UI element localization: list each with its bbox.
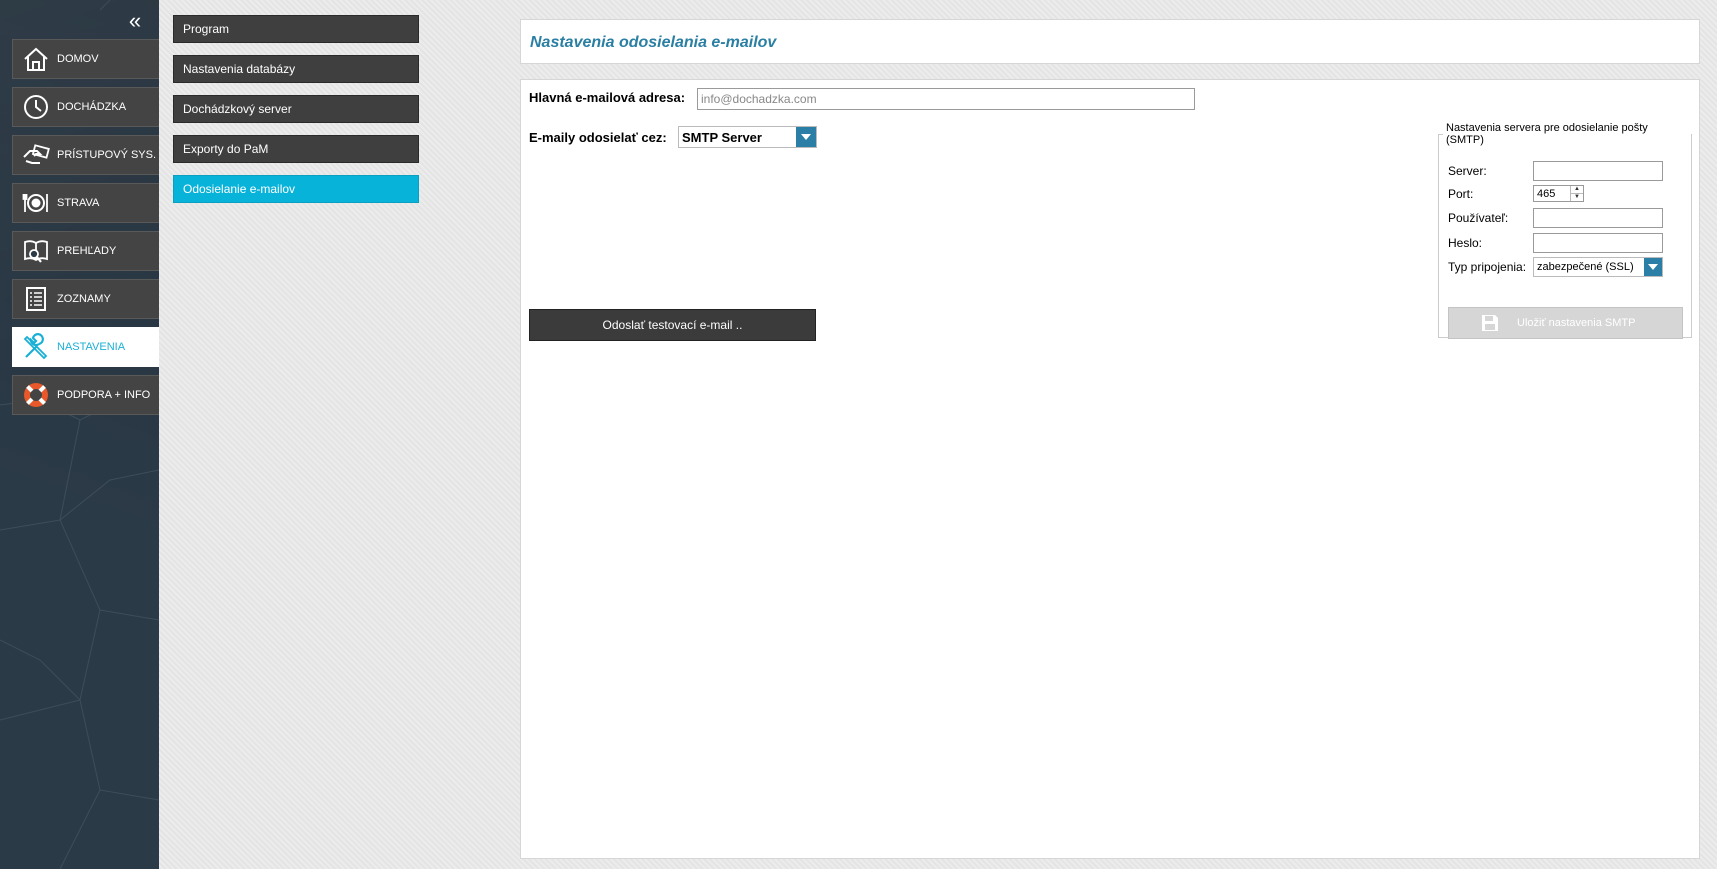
nav-item-nastavenia[interactable]: NASTAVENIA xyxy=(12,327,159,367)
increment-icon[interactable]: ▲ xyxy=(1571,186,1583,193)
save-smtp-label: Uložiť nastavenia SMTP xyxy=(1517,317,1636,329)
nav-item-domov[interactable]: DOMOV xyxy=(12,39,159,79)
send-test-email-label: Odoslať testovací e-mail .. xyxy=(602,318,743,332)
submenu-item-label: Odosielanie e-mailov xyxy=(183,182,296,196)
port-value: 465 xyxy=(1537,187,1556,200)
server-label: Server: xyxy=(1448,164,1487,178)
nav-item-strava[interactable]: STRAVA xyxy=(12,183,159,223)
nav-item-label: NASTAVENIA xyxy=(57,341,126,353)
clock-icon xyxy=(21,92,51,122)
port-label: Port: xyxy=(1448,187,1474,201)
port-stepper[interactable]: 465 ▲ ▼ xyxy=(1533,185,1584,202)
submenu-item-exporty-do-pam[interactable]: Exporty do PaM xyxy=(173,135,419,163)
send-via-select[interactable]: SMTP Server xyxy=(678,126,817,148)
connection-type-select[interactable]: zabezpečené (SSL) xyxy=(1533,257,1663,277)
main-navigation: « DOMOV DOCHÁDZKA PRÍSTUPOVÝ SYS. STRAVA… xyxy=(0,0,159,869)
decrement-icon[interactable]: ▼ xyxy=(1571,193,1583,201)
nav-item-label: PODPORA + INFO xyxy=(57,389,151,401)
nav-item-prehlady[interactable]: PREHĽADY xyxy=(12,231,159,271)
page-title: Nastavenia odosielania e-mailov xyxy=(530,34,777,51)
submenu-item-nastavenia-databazy[interactable]: Nastavenia databázy xyxy=(173,55,419,83)
nav-item-zoznamy[interactable]: ZOZNAMY xyxy=(12,279,159,319)
nav-item-label: DOCHÁDZKA xyxy=(57,101,127,113)
save-smtp-button[interactable]: Uložiť nastavenia SMTP xyxy=(1448,307,1683,339)
submenu-item-odosielanie-e-mailov[interactable]: Odosielanie e-mailov xyxy=(173,175,419,203)
send-via-label: E-maily odosielať cez: xyxy=(529,130,667,145)
nav-item-label: STRAVA xyxy=(57,197,100,209)
chevron-down-icon xyxy=(1644,258,1662,276)
main-email-input[interactable] xyxy=(697,88,1195,110)
user-input[interactable] xyxy=(1533,208,1663,228)
send-via-value: SMTP Server xyxy=(682,129,762,145)
nav-item-label: DOMOV xyxy=(57,53,99,65)
server-input[interactable] xyxy=(1533,161,1663,181)
book-search-icon xyxy=(21,236,51,266)
nav-item-label: PREHĽADY xyxy=(57,245,117,257)
connection-type-value: zabezpečené (SSL) xyxy=(1537,261,1634,273)
password-input[interactable] xyxy=(1533,233,1663,253)
nav-item-dochadzka[interactable]: DOCHÁDZKA xyxy=(12,87,159,127)
list-icon xyxy=(21,284,51,314)
nav-item-label: PRÍSTUPOVÝ SYS. xyxy=(57,149,157,161)
lifebuoy-icon xyxy=(21,380,51,410)
nav-item-podpora-info[interactable]: PODPORA + INFO xyxy=(12,375,159,415)
smtp-settings-group: Nastavenia servera pre odosielanie pošty… xyxy=(1438,122,1692,339)
submenu-item-label: Exporty do PaM xyxy=(183,142,269,156)
connection-type-label: Typ pripojenia: xyxy=(1448,260,1527,274)
nav-item-label: ZOZNAMY xyxy=(57,293,111,305)
smtp-settings-legend: Nastavenia servera pre odosielanie pošty… xyxy=(1446,122,1648,146)
submenu-item-dochadzkovy-server[interactable]: Dochádzkový server xyxy=(173,95,419,123)
submenu-item-label: Program xyxy=(183,22,230,36)
access-card-icon xyxy=(21,140,51,170)
email-settings-panel: Hlavná e-mailová adresa: E-maily odosiel… xyxy=(520,79,1700,859)
submenu-item-label: Dochádzkový server xyxy=(183,102,292,116)
home-icon xyxy=(21,44,51,74)
submenu-item-program[interactable]: Program xyxy=(173,15,419,43)
user-label: Používateľ: xyxy=(1448,211,1509,225)
password-label: Heslo: xyxy=(1448,236,1483,250)
nav-item-pristupovy-sys[interactable]: PRÍSTUPOVÝ SYS. xyxy=(12,135,159,175)
plate-cutlery-icon xyxy=(21,188,51,218)
page-header: Nastavenia odosielania e-mailov xyxy=(520,19,1700,64)
collapse-nav-icon[interactable]: « xyxy=(124,10,146,32)
background-pattern xyxy=(0,0,159,869)
tools-icon xyxy=(21,332,51,362)
chevron-down-icon xyxy=(796,127,816,147)
floppy-disk-icon xyxy=(1481,314,1499,332)
main-email-label: Hlavná e-mailová adresa: xyxy=(529,90,686,105)
submenu-item-label: Nastavenia databázy xyxy=(183,62,296,76)
send-test-email-button[interactable]: Odoslať testovací e-mail .. xyxy=(529,309,816,341)
